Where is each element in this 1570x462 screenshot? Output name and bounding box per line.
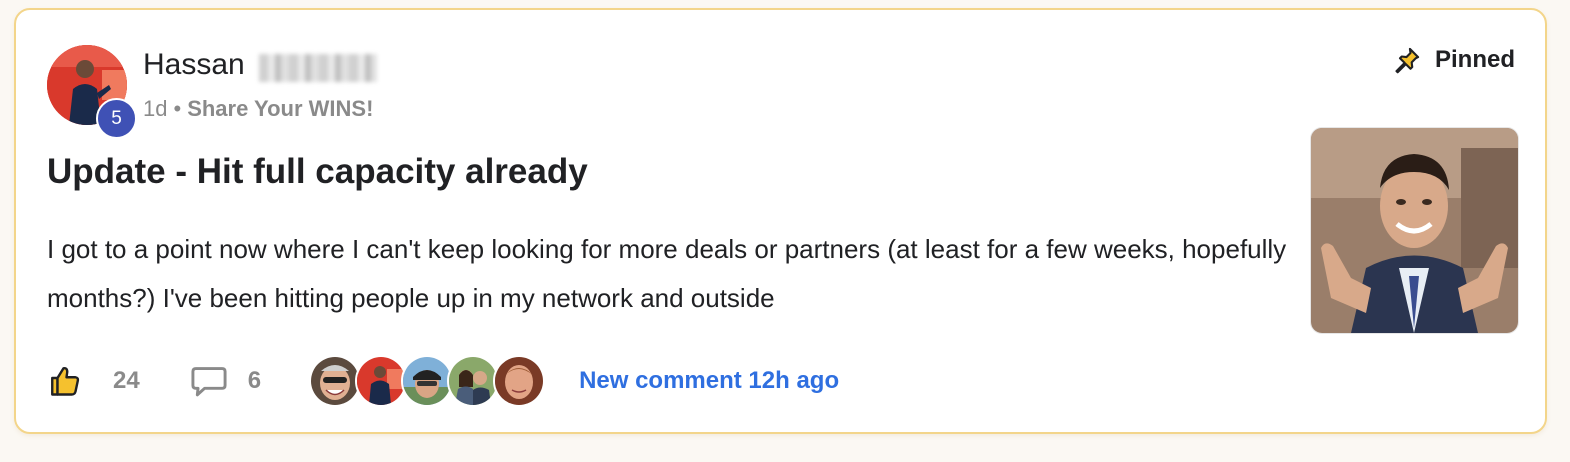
commenter-avatar[interactable] <box>309 355 362 407</box>
meta-separator: • <box>173 96 182 121</box>
author-avatar-wrap[interactable]: 5 <box>47 45 137 139</box>
like-count: 24 <box>113 367 140 394</box>
post-thumbnail[interactable] <box>1310 127 1519 334</box>
commenter-avatar[interactable] <box>447 355 500 407</box>
last-comment-link[interactable]: New comment 12h ago <box>579 367 839 395</box>
commenter-avatar[interactable] <box>401 355 454 407</box>
post-actions: 24 6 New comment 12h ago <box>47 355 839 407</box>
pinned-indicator: Pinned <box>1393 46 1515 74</box>
post-body-preview[interactable]: I got to a point now where I can't keep … <box>47 225 1287 323</box>
commenter-avatar[interactable] <box>355 355 408 407</box>
pinned-label: Pinned <box>1434 46 1515 73</box>
redacted-surname <box>259 54 377 82</box>
post-time: 1d <box>143 96 168 121</box>
comment-count: 6 <box>247 367 262 394</box>
like-button[interactable]: 24 <box>47 363 140 399</box>
commenter-avatars[interactable] <box>309 355 546 407</box>
post-meta: 1d • Share Your WINS! <box>143 96 373 122</box>
commenter-avatar[interactable] <box>493 355 546 407</box>
post-category-link[interactable]: Share Your WINS! <box>187 96 373 121</box>
comment-bubble-icon[interactable] <box>190 363 228 399</box>
author-name[interactable]: Hassan <box>143 48 245 82</box>
pushpin-icon <box>1395 47 1420 74</box>
comments-button[interactable]: 6 <box>190 363 261 399</box>
post-card[interactable]: 5 Hassan 1d • Share Your WINS! Pinned Upda… <box>14 8 1547 434</box>
post-title[interactable]: Update - Hit full capacity already <box>47 152 588 192</box>
thumbs-up-icon[interactable] <box>47 363 83 399</box>
level-badge: 5 <box>96 98 137 139</box>
